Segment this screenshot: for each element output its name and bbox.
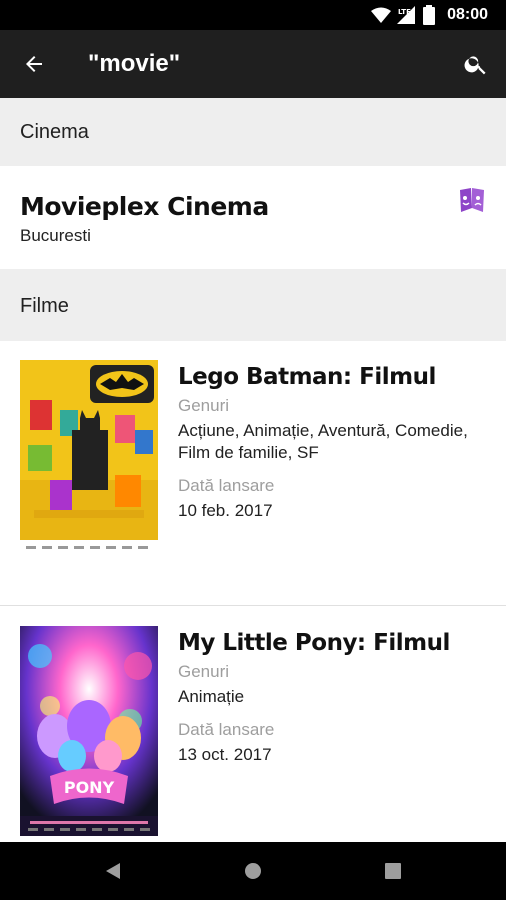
search-icon — [464, 56, 486, 75]
genres-label: Genuri — [178, 662, 230, 681]
movie-title: Lego Batman: Filmul — [178, 364, 436, 390]
nav-home-icon — [245, 863, 261, 879]
cinema-list-item[interactable]: Movieplex Cinema Bucuresti — [0, 166, 506, 269]
release-label: Dată lansare — [178, 720, 275, 739]
movie-info: My Little Pony: Filmul Genuri Animație D… — [178, 630, 488, 766]
cinema-section-title: Cinema — [20, 121, 89, 143]
nav-recents-button[interactable] — [378, 856, 408, 886]
network-label: LTE — [398, 8, 411, 16]
release-date: 13 oct. 2017 — [178, 745, 272, 764]
genres-value: Acțiune, Animație, Aventură, Comedie, Fi… — [178, 421, 468, 462]
my-little-pony-poster: PONY — [20, 626, 158, 836]
nav-home-button[interactable] — [238, 856, 268, 886]
movie-list-item[interactable]: Lego Batman: Filmul Genuri Acțiune, Anim… — [0, 341, 506, 606]
app-bar: "movie" — [0, 30, 506, 98]
search-button[interactable] — [458, 46, 494, 82]
status-time: 08:00 — [447, 6, 488, 23]
status-bar: LTE 08:00 — [0, 0, 506, 30]
back-button[interactable] — [16, 46, 52, 82]
nav-recents-icon — [385, 863, 401, 879]
movie-list-item[interactable]: PONY My Little Pony: Filmul Genuri Anima… — [0, 606, 506, 842]
movies-section-title: Filme — [20, 295, 69, 317]
nav-back-button[interactable] — [98, 856, 128, 886]
release-label: Dată lansare — [178, 476, 275, 495]
cinema-name: Movieplex Cinema — [20, 192, 269, 221]
wifi-icon — [371, 7, 392, 23]
release-date: 10 feb. 2017 — [178, 501, 273, 520]
cell-signal-icon: LTE — [397, 6, 416, 24]
cinema-brand-icon — [460, 188, 484, 212]
cinema-section-header: Cinema — [0, 98, 506, 166]
svg-text:PONY: PONY — [64, 778, 115, 797]
status-icons: LTE 08:00 — [371, 0, 488, 30]
cinema-city: Bucuresti — [20, 226, 91, 245]
lego-batman-poster — [20, 360, 158, 556]
battery-icon — [423, 5, 436, 25]
search-results[interactable]: Cinema Movieplex Cinema Bucuresti Filme — [0, 98, 506, 842]
movies-section-header: Filme — [0, 269, 506, 341]
nav-back-icon — [106, 863, 120, 879]
arrow-back-icon — [26, 56, 42, 72]
movie-info: Lego Batman: Filmul Genuri Acțiune, Anim… — [178, 364, 488, 522]
movie-title: My Little Pony: Filmul — [178, 630, 450, 656]
genres-value: Animație — [178, 687, 245, 706]
navigation-bar — [0, 842, 506, 900]
genres-label: Genuri — [178, 396, 230, 415]
search-query-title: "movie" — [88, 50, 181, 77]
